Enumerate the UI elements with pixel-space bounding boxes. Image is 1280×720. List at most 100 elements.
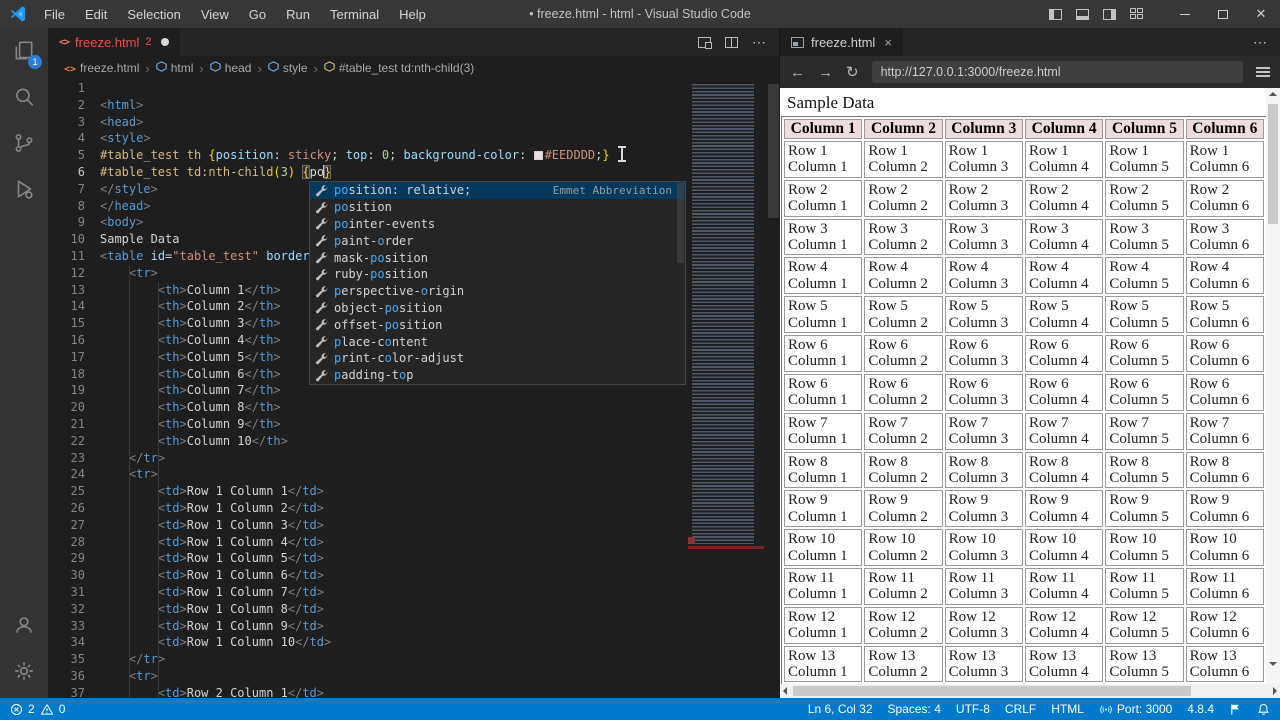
title-bar: File Edit Selection View Go Run Terminal Help •… [0, 0, 1280, 28]
menu-view[interactable]: View [192, 4, 238, 25]
menu-help[interactable]: Help [390, 4, 435, 25]
suggestion-item[interactable]: print-color-adjust [310, 350, 685, 367]
code-line[interactable]: 5 #table_test th {position: sticky; top: … [48, 147, 779, 164]
search-icon[interactable] [0, 74, 48, 120]
split-editor-icon[interactable] [725, 36, 738, 48]
breadcrumb-item[interactable]: style [268, 61, 308, 75]
suggestion-item[interactable]: position: relative; Emmet Abbreviation [310, 182, 685, 199]
run-debug-icon[interactable] [0, 166, 48, 212]
menu-run[interactable]: Run [277, 4, 319, 25]
table-cell: Row 6 Column 4 [1024, 373, 1104, 411]
port-status[interactable]: Port: 3000 [1099, 702, 1172, 716]
line-number: 17 [70, 349, 85, 364]
close-button[interactable]: ✕ [1242, 0, 1280, 28]
maximize-button[interactable] [1204, 0, 1242, 28]
toggle-secondary-sidebar-icon[interactable] [1103, 8, 1116, 20]
table-row: Row 9 Column 1 Row 9 Column 2 Row 9 Column 3R… [784, 490, 1264, 528]
minimap[interactable] [686, 82, 768, 698]
version-status[interactable]: 4.8.4 [1187, 702, 1214, 716]
line-number: 36 [70, 668, 85, 683]
suggestion-item[interactable]: offset-position [310, 316, 685, 333]
suggestion-label: place-content [334, 334, 428, 349]
tab-preview-freeze-html[interactable]: freeze.html × [780, 28, 903, 56]
suggestion-item[interactable]: pointer-events [310, 216, 685, 233]
table-cell: Row 12 Column 4 [1024, 606, 1104, 644]
table-cell: Row 11 Column 2 [864, 567, 943, 605]
suggestion-detail: Emmet Abbreviation [552, 183, 672, 197]
menu-selection[interactable]: Selection [118, 4, 189, 25]
toggle-sidebar-icon[interactable] [1049, 8, 1062, 20]
forward-icon[interactable]: → [818, 65, 833, 80]
breadcrumb-item[interactable]: head [210, 61, 251, 75]
status-item[interactable]: CRLF [1005, 702, 1036, 716]
accounts-icon[interactable] [0, 602, 48, 648]
css-property-wrench-icon [315, 301, 329, 314]
suggestion-item[interactable]: padding-top [310, 367, 685, 384]
settings-gear-icon[interactable] [0, 648, 48, 694]
status-item[interactable]: Spaces: 4 [888, 702, 941, 716]
table-cell: Row 7 Column 3 [944, 412, 1023, 450]
code-line[interactable]: 1 [48, 80, 779, 97]
breadcrumb-item[interactable]: <> freeze.html [64, 61, 139, 75]
reload-icon[interactable]: ↻ [846, 65, 859, 80]
open-preview-icon[interactable] [698, 36, 712, 49]
back-icon[interactable]: ← [790, 65, 805, 80]
code-line[interactable]: 3 <head> [48, 114, 779, 131]
scroll-up-icon[interactable] [1269, 92, 1277, 96]
toggle-panel-icon[interactable] [1076, 8, 1089, 20]
line-number: 26 [70, 500, 85, 515]
breadcrumb-item[interactable]: #table_test td:nth-child(3) [324, 61, 474, 75]
tab-freeze-html[interactable]: <> freeze.html 2 [48, 28, 181, 56]
customize-layout-icon[interactable] [1130, 8, 1144, 20]
menu-terminal[interactable]: Terminal [321, 4, 388, 25]
browser-menu-icon[interactable] [1256, 67, 1270, 77]
minimap-error-block [688, 537, 695, 544]
suggestion-item[interactable]: mask-position [310, 249, 685, 266]
url-input[interactable]: http://127.0.0.1:3000/freeze.html [871, 61, 1243, 83]
table-cell: Row 7 Column 2 [864, 412, 943, 450]
code-line[interactable]: 4 <style> [48, 130, 779, 147]
problems-status[interactable]: 2 0 [10, 702, 65, 716]
table-header-cell: Column 6 [1185, 119, 1264, 139]
table-cell: Row 10 Column 4 [1024, 529, 1104, 566]
preview-more-actions-icon[interactable]: ⋯ [1253, 34, 1268, 51]
status-item[interactable]: Ln 6, Col 32 [808, 702, 873, 716]
line-number: 33 [70, 618, 85, 633]
menu-edit[interactable]: Edit [76, 4, 116, 25]
page-vertical-scrollbar[interactable] [1266, 88, 1280, 684]
suggestion-label: ruby-position [334, 267, 428, 282]
code-line[interactable]: 2 <html> [48, 97, 779, 114]
status-item[interactable]: UTF-8 [956, 702, 990, 716]
source-control-icon[interactable] [0, 120, 48, 166]
modified-dot-icon[interactable] [161, 38, 170, 46]
css-property-wrench-icon [315, 335, 329, 348]
suggestion-item[interactable]: ruby-position [310, 266, 685, 283]
suggestion-item[interactable]: object-position [310, 300, 685, 317]
css-property-wrench-icon [315, 369, 329, 382]
explorer-icon[interactable]: 1 [0, 28, 48, 74]
minimize-button[interactable] [1166, 0, 1204, 28]
scroll-right-icon[interactable] [1273, 687, 1277, 695]
suggestion-item[interactable]: paint-order [310, 232, 685, 249]
more-actions-icon[interactable]: ⋯ [752, 34, 767, 51]
notifications-bell-icon[interactable] [1257, 703, 1270, 716]
code-text: <td>Row 1 Column 2</td> [157, 500, 325, 515]
editor-scrollbar[interactable] [768, 84, 779, 218]
status-item[interactable]: HTML [1051, 702, 1084, 716]
menu-go[interactable]: Go [240, 4, 275, 25]
suggestion-item[interactable]: place-content [310, 333, 685, 350]
feedback-flag-icon[interactable] [1229, 703, 1242, 716]
menu-file[interactable]: File [35, 4, 74, 25]
page-horizontal-scrollbar[interactable] [780, 684, 1280, 698]
code-text: <th>Column 2</th> [157, 299, 281, 314]
suggestion-item[interactable]: perspective-origin [310, 283, 685, 300]
breadcrumb-item[interactable]: html [156, 61, 193, 75]
scroll-left-icon[interactable] [783, 687, 787, 695]
suggest-scrollbar[interactable] [677, 183, 684, 263]
horizontal-scroll-thumb[interactable] [793, 686, 1191, 696]
close-tab-icon[interactable]: × [884, 35, 892, 50]
scroll-down-icon[interactable] [1269, 662, 1277, 666]
vertical-scroll-thumb[interactable] [1268, 104, 1278, 224]
suggestion-item[interactable]: position [310, 199, 685, 216]
code-line[interactable]: 6 #table_test td:nth-child(3) {po} [48, 164, 779, 181]
